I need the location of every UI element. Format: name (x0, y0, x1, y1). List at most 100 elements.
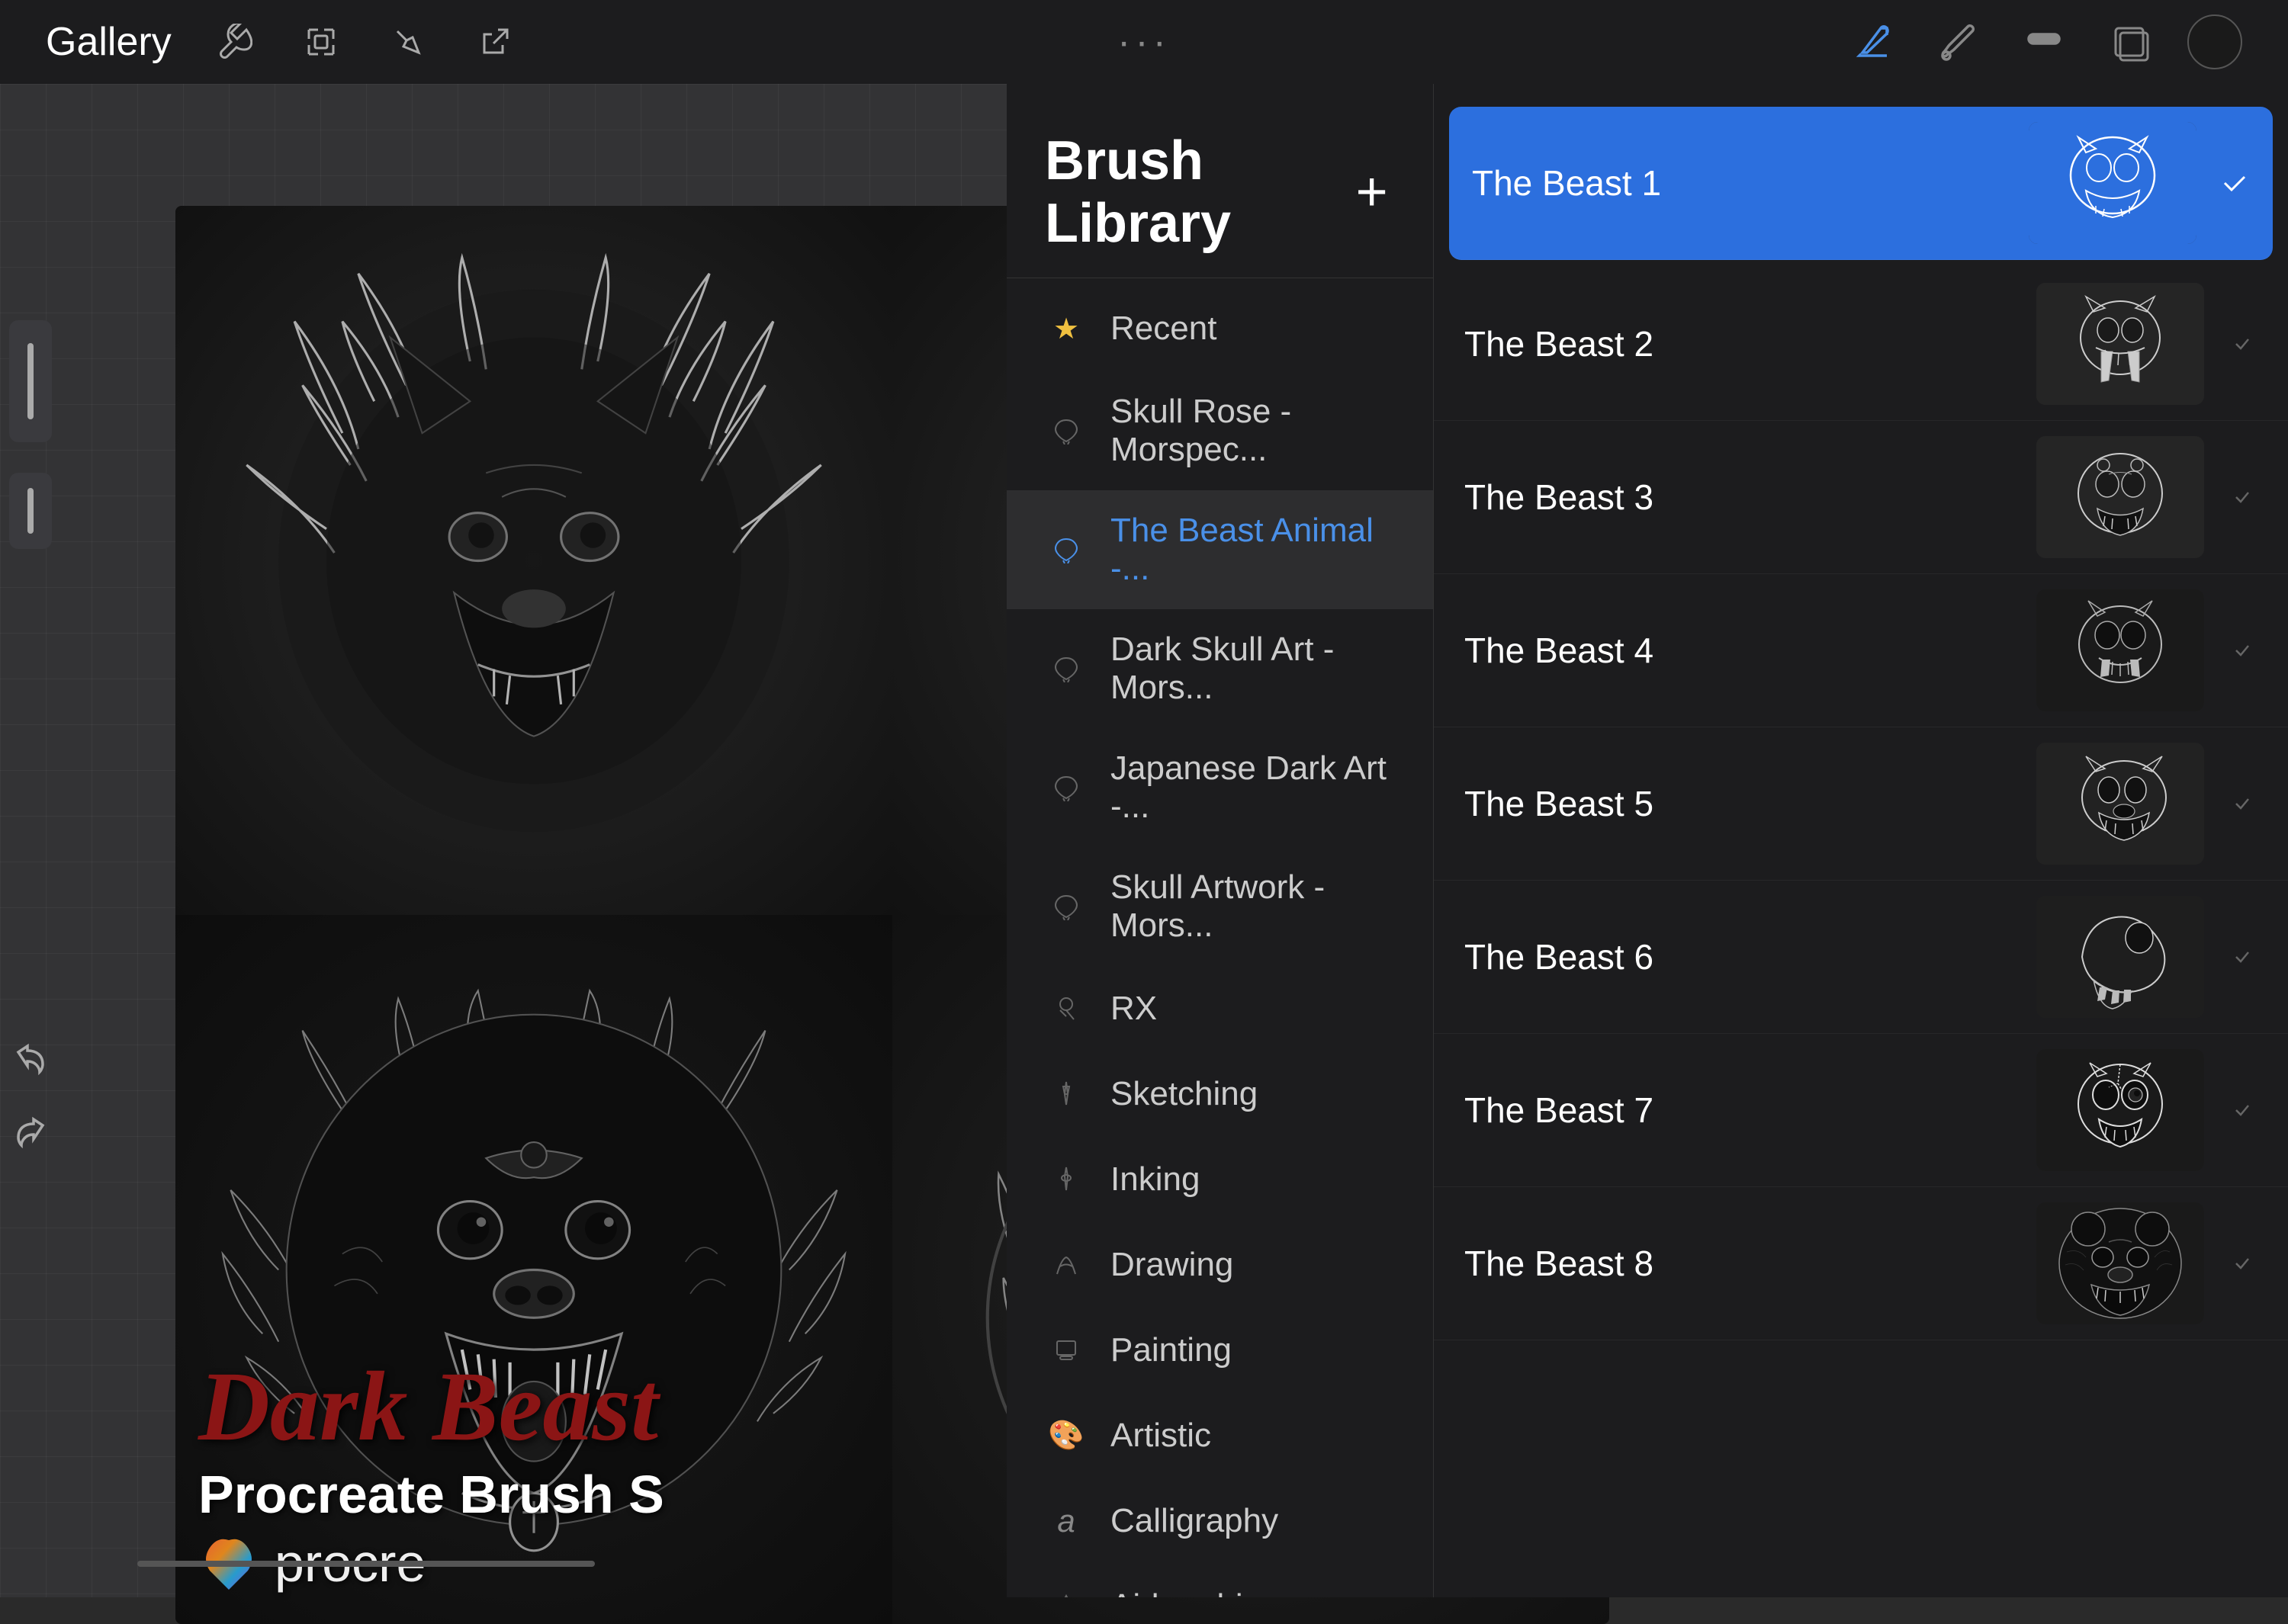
brush-name-beast4: The Beast 4 (1464, 630, 2013, 671)
skull-rose-icon (1045, 409, 1088, 452)
brush-check-beast5 (2227, 788, 2257, 819)
brush-name-beast1: The Beast 1 (1472, 162, 2006, 204)
top-toolbar: Gallery (0, 0, 2288, 84)
category-label-inking: Inking (1110, 1160, 1200, 1199)
share-icon[interactable] (471, 18, 519, 66)
beast-animal-icon (1045, 528, 1088, 571)
category-label-airbrushing: Airbrushing (1110, 1587, 1281, 1597)
brush-library-panel: Brush Library + ★ Recent Skull Rose - Mo… (1007, 84, 2288, 1597)
selection-icon[interactable] (384, 18, 432, 66)
brush-check-beast3 (2227, 482, 2257, 512)
procreate-subtitle: Procreate Brush S (198, 1464, 869, 1525)
brush-thumb-beast7 (2036, 1049, 2204, 1171)
category-label-calligraphy: Calligraphy (1110, 1502, 1278, 1540)
panel-title: Brush Library (1045, 130, 1348, 255)
category-rx[interactable]: RX (1007, 966, 1433, 1051)
avatar[interactable] (2187, 14, 2242, 69)
category-label-recent: Recent (1110, 310, 1216, 348)
dark-skull-icon (1045, 647, 1088, 690)
brush-name-beast3: The Beast 3 (1464, 477, 2013, 518)
category-airbrushing[interactable]: Airbrushing (1007, 1564, 1433, 1597)
toolbar-left: Gallery (46, 18, 519, 66)
brush-check-beast6 (2227, 942, 2257, 972)
brush-check-beast7 (2227, 1095, 2257, 1125)
category-list: Brush Library + ★ Recent Skull Rose - Mo… (1007, 84, 1434, 1597)
smudge-tool-button[interactable] (2016, 14, 2071, 69)
category-skull-rose[interactable]: Skull Rose - Morspec... (1007, 371, 1433, 490)
brush-item-beast1[interactable]: The Beast 1 (1449, 107, 2273, 260)
category-label-drawing: Drawing (1110, 1246, 1233, 1284)
category-painting[interactable]: Painting (1007, 1308, 1433, 1393)
toolbar-right (1846, 14, 2242, 69)
brush-name-beast6: The Beast 6 (1464, 936, 2013, 977)
brush-name-beast5: The Beast 5 (1464, 783, 2013, 824)
category-label-beast-animal: The Beast Animal -... (1110, 512, 1395, 588)
category-beast-animal[interactable]: The Beast Animal -... (1007, 490, 1433, 609)
toolbar-center: ··· (1117, 19, 1171, 65)
category-label-dark-skull: Dark Skull Art - Mors... (1110, 631, 1395, 707)
category-label-sketching: Sketching (1110, 1075, 1258, 1113)
brush-thumb-beast5 (2036, 743, 2204, 865)
brush-name-beast7: The Beast 7 (1464, 1090, 2013, 1131)
japanese-icon (1045, 766, 1088, 809)
drawing-icon (1045, 1244, 1088, 1286)
layers-button[interactable] (2102, 14, 2157, 69)
recent-icon: ★ (1045, 307, 1088, 350)
category-japanese[interactable]: Japanese Dark Art -... (1007, 728, 1433, 847)
airbrushing-icon (1045, 1585, 1088, 1597)
artwork-wolf (175, 206, 892, 915)
brush-list: The Beast 1 (1434, 84, 2288, 1597)
transform-icon[interactable] (297, 18, 345, 66)
wrench-icon[interactable] (210, 18, 259, 66)
brush-tool-button[interactable] (1931, 14, 1986, 69)
canvas-scrollbar[interactable] (137, 1561, 595, 1567)
panel-header: Brush Library + (1007, 99, 1433, 278)
brush-item-beast3[interactable]: The Beast 3 (1434, 421, 2288, 574)
category-inking[interactable]: Inking (1007, 1137, 1433, 1222)
category-label-skull-rose: Skull Rose - Morspec... (1110, 393, 1395, 469)
left-tools (0, 168, 61, 1597)
dark-beast-title: Dark Beast (198, 1357, 869, 1456)
gallery-button[interactable]: Gallery (46, 19, 172, 65)
artistic-icon: 🎨 (1045, 1414, 1088, 1457)
brush-thumb-beast8 (2036, 1202, 2204, 1324)
brush-item-beast4[interactable]: The Beast 4 (1434, 574, 2288, 727)
category-label-skull-artwork: Skull Artwork - Mors... (1110, 868, 1395, 945)
sketching-icon (1045, 1073, 1088, 1115)
brush-item-beast6[interactable]: The Beast 6 (1434, 881, 2288, 1034)
brush-thumb-beast2 (2036, 283, 2204, 405)
brush-check-beast4 (2227, 635, 2257, 666)
category-label-painting: Painting (1110, 1331, 1232, 1369)
brush-thumb-beast3 (2036, 436, 2204, 558)
brush-item-beast5[interactable]: The Beast 5 (1434, 727, 2288, 881)
calligraphy-icon: a (1045, 1500, 1088, 1542)
undo-button[interactable] (9, 1037, 52, 1080)
category-label-artistic: Artistic (1110, 1417, 1211, 1455)
category-skull-artwork[interactable]: Skull Artwork - Mors... (1007, 847, 1433, 966)
brush-item-beast2[interactable]: The Beast 2 (1434, 268, 2288, 421)
artwork-bear: Dark Beast Procreate Brush S (175, 915, 892, 1624)
category-drawing[interactable]: Drawing (1007, 1222, 1433, 1308)
category-dark-skull[interactable]: Dark Skull Art - Mors... (1007, 609, 1433, 728)
brush-thumb-beast1 (2029, 122, 2196, 244)
opacity-slider[interactable] (9, 473, 52, 549)
category-sketching[interactable]: Sketching (1007, 1051, 1433, 1137)
inking-icon (1045, 1158, 1088, 1201)
pencil-tool-button[interactable] (1846, 14, 1901, 69)
category-calligraphy[interactable]: a Calligraphy (1007, 1478, 1433, 1564)
painting-icon (1045, 1329, 1088, 1372)
more-options-button[interactable]: ··· (1117, 19, 1171, 65)
category-recent[interactable]: ★ Recent (1007, 286, 1433, 371)
brush-item-beast8[interactable]: The Beast 8 (1434, 1187, 2288, 1340)
brush-check-beast1 (2219, 168, 2250, 198)
brush-name-beast8: The Beast 8 (1464, 1243, 2013, 1284)
brush-size-slider[interactable] (9, 320, 52, 442)
brush-name-beast2: The Beast 2 (1464, 323, 2013, 364)
redo-button[interactable] (9, 1110, 52, 1153)
category-artistic[interactable]: 🎨 Artistic (1007, 1393, 1433, 1478)
brush-item-beast7[interactable]: The Beast 7 (1434, 1034, 2288, 1187)
add-brush-button[interactable]: + (1348, 165, 1395, 220)
brush-thumb-beast4 (2036, 589, 2204, 711)
brush-check-beast8 (2227, 1248, 2257, 1279)
category-label-rx: RX (1110, 990, 1157, 1028)
